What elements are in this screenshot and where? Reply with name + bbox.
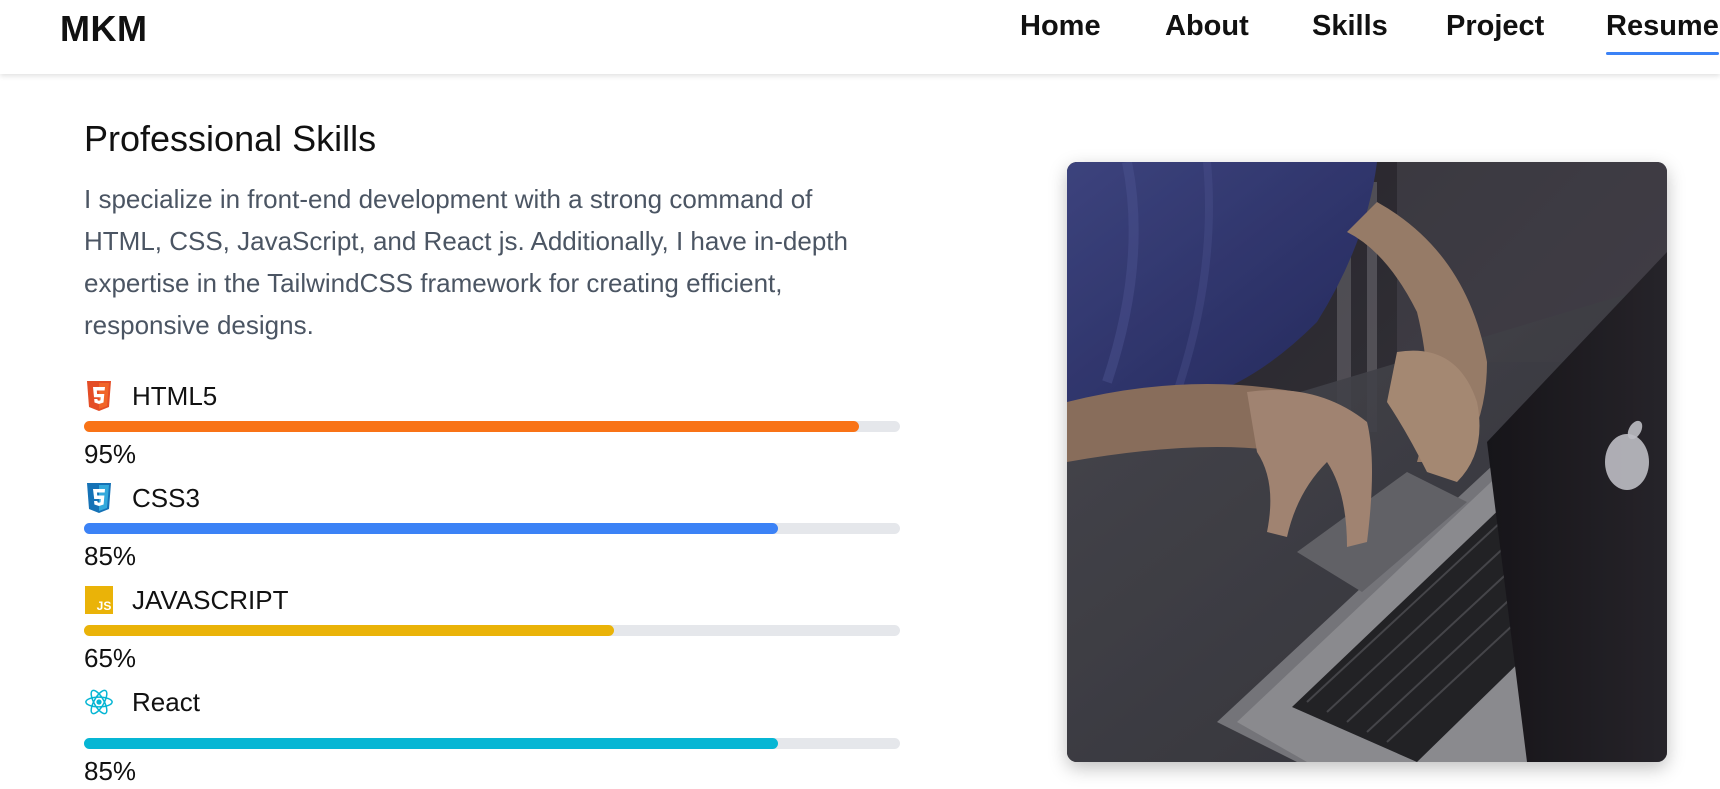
skill-bar-fill (84, 625, 615, 636)
skills-heading: Professional Skills (84, 118, 377, 159)
skill-bar-track (84, 625, 900, 636)
skill-bar-track (84, 738, 900, 749)
nav-link-home[interactable]: Home (1020, 10, 1101, 43)
nav-links: Home About Skills Project Resume (0, 10, 1720, 60)
skill-bar-fill (84, 421, 860, 432)
nav-link-project[interactable]: Project (1446, 10, 1544, 43)
nav-link-resume[interactable]: Resume (1606, 10, 1719, 55)
laptop-photo (1067, 162, 1667, 762)
svg-text:JS: JS (97, 599, 112, 613)
html5-icon (84, 381, 114, 411)
skill-bar-fill (84, 738, 778, 749)
skill-html5: HTML5 95% (84, 379, 900, 469)
navbar: MKM Home About Skills Project Resume (0, 0, 1720, 74)
skill-react: React 85% (84, 685, 900, 786)
css3-icon (84, 483, 114, 513)
skill-percent: 85% (84, 756, 137, 786)
skill-name: CSS3 (132, 482, 200, 513)
skill-bar-fill (84, 523, 778, 534)
skill-name: JAVASCRIPT (132, 584, 289, 615)
skill-percent: 65% (84, 643, 137, 673)
skill-percent: 95% (84, 439, 137, 469)
skill-percent: 85% (84, 541, 137, 571)
skill-css3: CSS3 85% (84, 481, 900, 571)
skill-bar-track (84, 523, 900, 534)
nav-link-skills[interactable]: Skills (1312, 10, 1388, 43)
skill-javascript: JS JAVASCRIPT 65% (84, 583, 900, 673)
skill-name: React (132, 686, 200, 717)
skill-name: HTML5 (132, 380, 218, 411)
nav-link-about[interactable]: About (1165, 10, 1249, 43)
react-icon (84, 687, 114, 717)
skills-description: I specialize in front-end development wi… (84, 184, 848, 340)
javascript-icon: JS (84, 585, 114, 615)
skill-bar-track (84, 421, 900, 432)
